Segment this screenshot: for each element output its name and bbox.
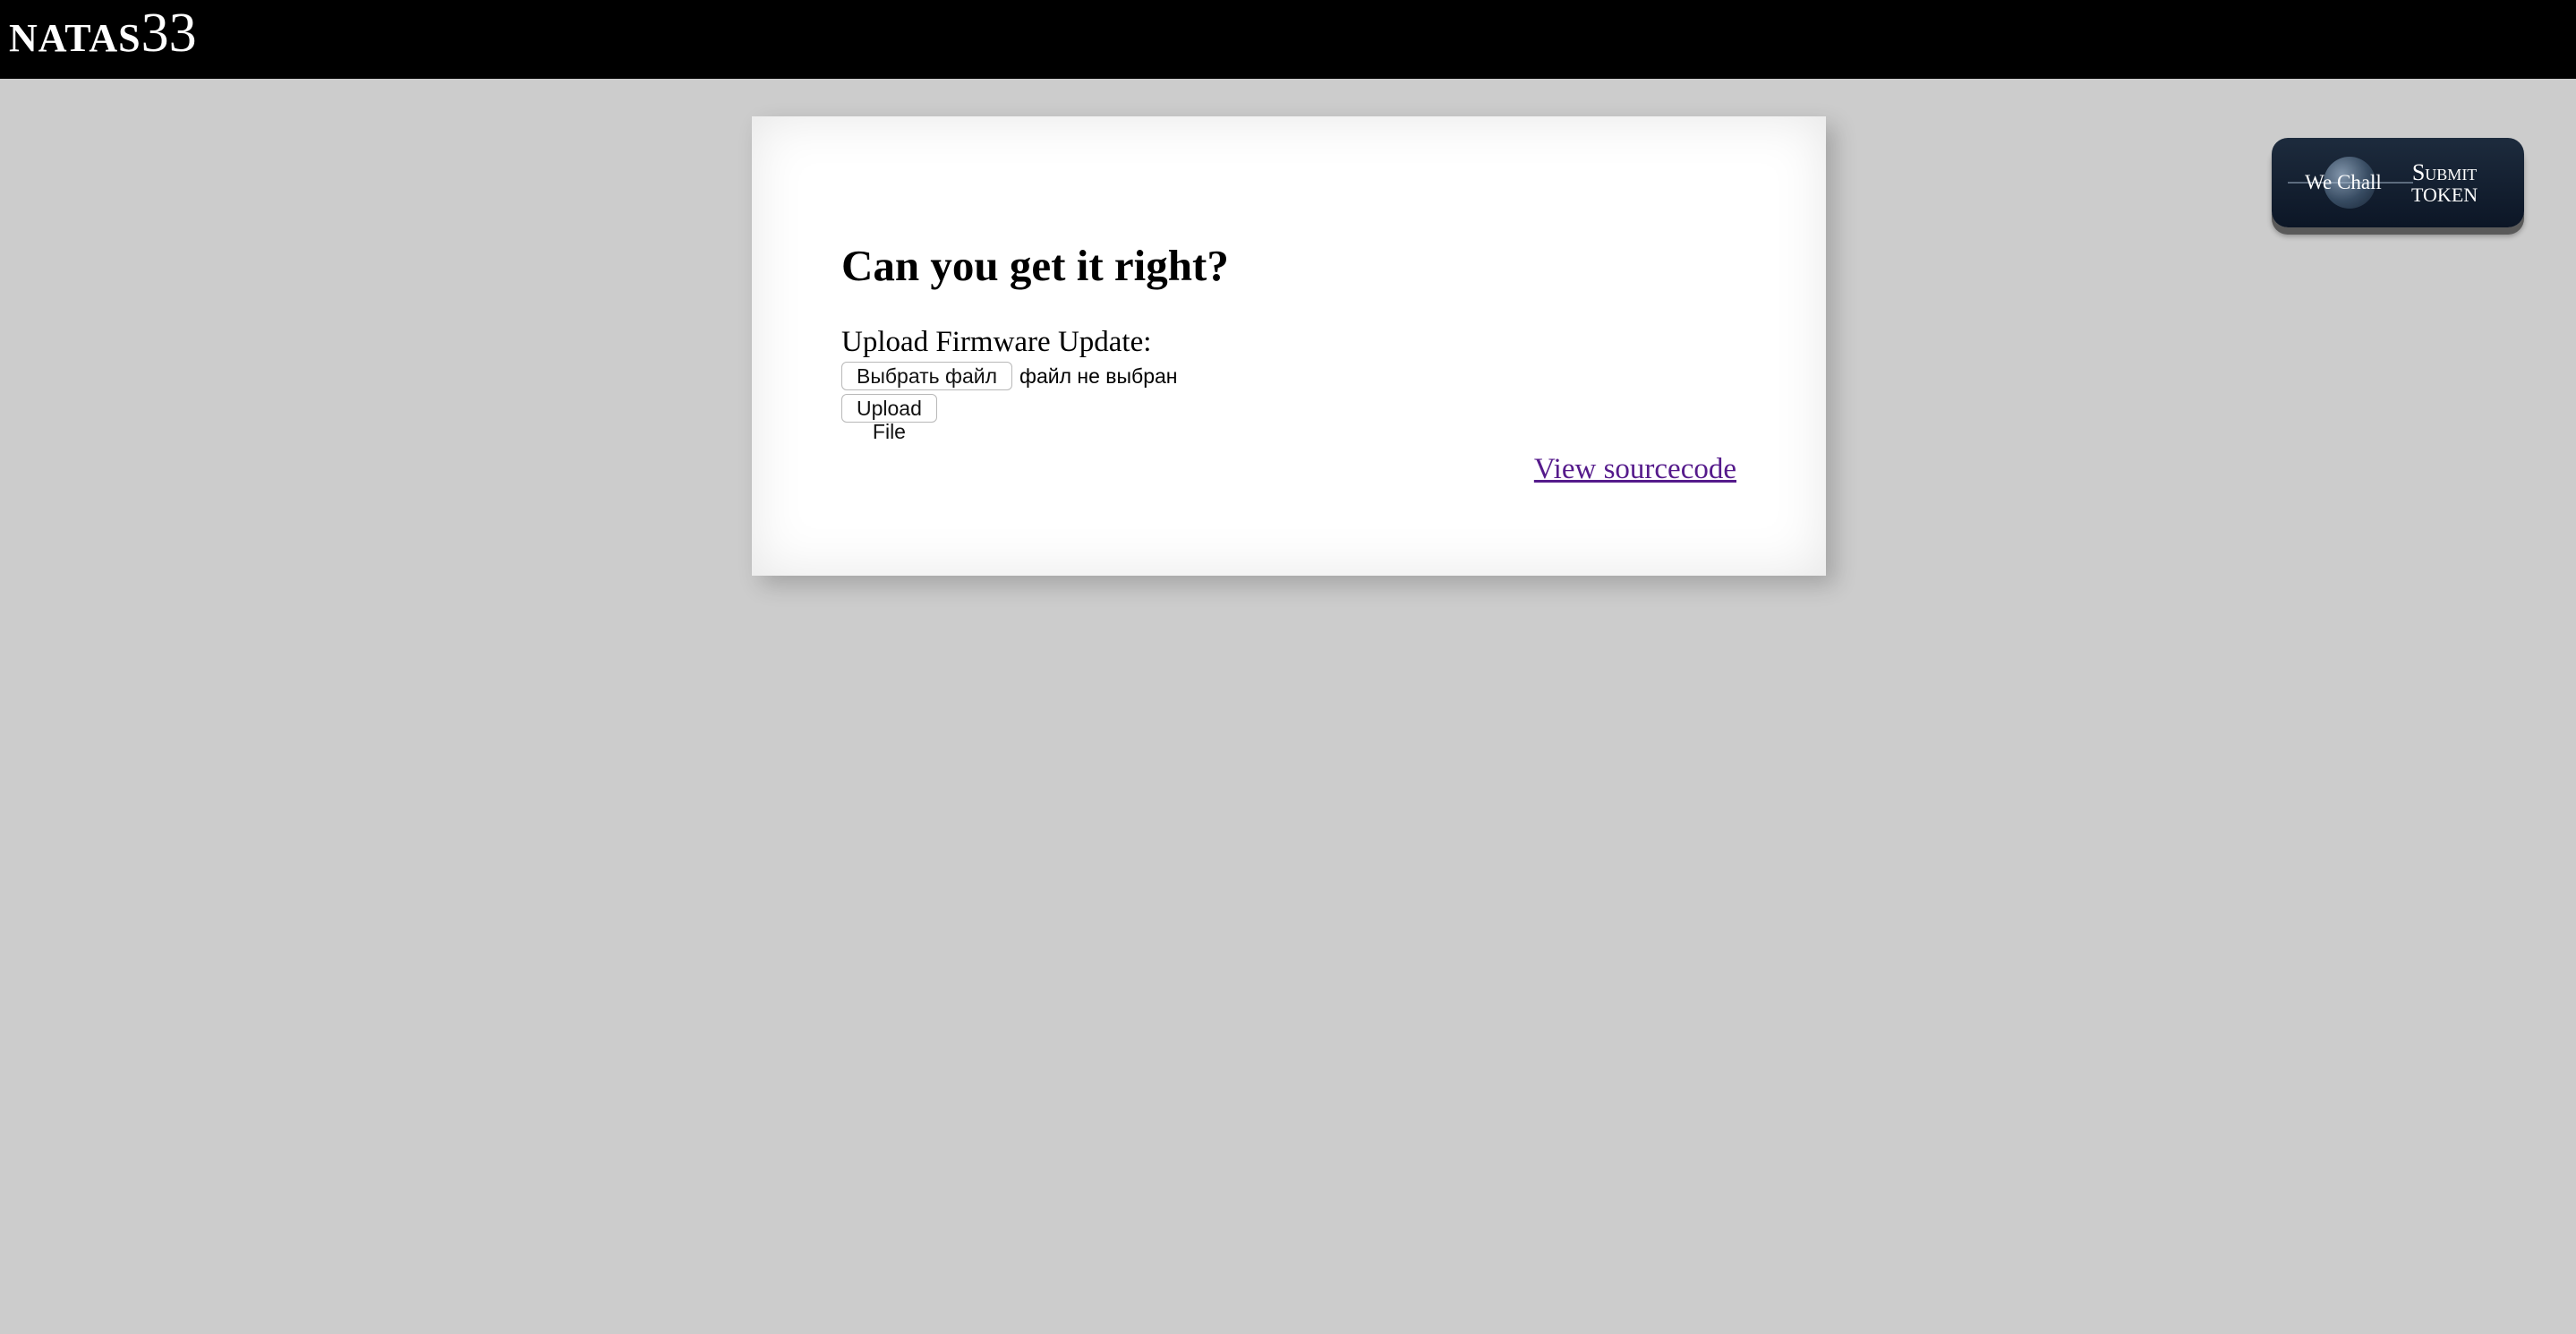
submit-token-line1: Submit: [2411, 158, 2478, 185]
site-title-name: NATAS: [9, 16, 141, 60]
no-file-chosen-text: файл не выбран: [1019, 363, 1178, 388]
wechall-submit-token-button[interactable]: We Chall Submit TOKEN: [2272, 138, 2524, 227]
file-input[interactable]: Выбрать файл файл не выбран: [841, 362, 1177, 390]
page-title: Can you get it right?: [841, 241, 1229, 290]
content-card: Can you get it right? Upload Firmware Up…: [752, 116, 1826, 576]
upload-file-button[interactable]: Upload File: [841, 394, 937, 443]
site-title-level: 33: [141, 3, 197, 64]
choose-file-button[interactable]: Выбрать файл: [841, 362, 1013, 390]
site-title: NATAS33: [9, 5, 197, 61]
submit-token-label: Submit TOKEN: [2411, 158, 2478, 207]
submit-token-line2: TOKEN: [2411, 184, 2478, 207]
upload-label: Upload Firmware Update:: [841, 326, 1152, 358]
top-bar: NATAS33: [0, 0, 2576, 79]
view-sourcecode-link[interactable]: View sourcecode: [1534, 453, 1736, 486]
wechall-logo: We Chall: [2288, 151, 2413, 214]
wechall-logo-text: We Chall: [2305, 171, 2382, 193]
